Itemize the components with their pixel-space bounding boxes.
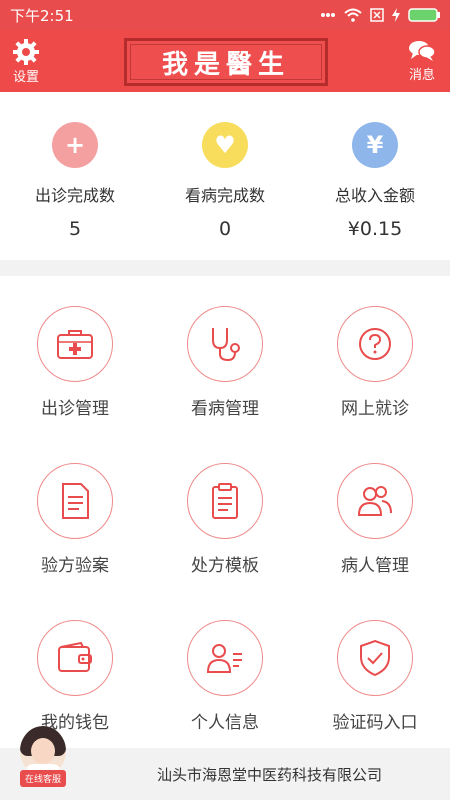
menu-consultation-management[interactable]: 看病管理: [150, 276, 300, 433]
menu-label: 看病管理: [191, 399, 259, 419]
menu-label: 网上就诊: [341, 399, 409, 419]
menu-label: 验方验案: [41, 556, 109, 576]
stat-value: 0: [218, 218, 232, 240]
medical-kit-icon: [37, 306, 113, 382]
document-icon: [37, 463, 113, 539]
sim-icon: [370, 8, 384, 22]
menu-label: 病人管理: [341, 556, 409, 576]
chat-bubbles-icon: [409, 41, 436, 61]
menu-label: 验证码入口: [332, 713, 418, 733]
stat-label: 看病完成数: [184, 186, 265, 205]
menu-online-consultation[interactable]: 网上就诊: [300, 276, 450, 433]
menu-personal-info[interactable]: 个人信息: [150, 590, 300, 747]
yen-icon: ¥: [352, 122, 398, 168]
menu-prescription-templates[interactable]: 处方模板: [150, 433, 300, 590]
more-dots-icon: [321, 13, 335, 17]
stat-value: ¥0.15: [347, 218, 403, 240]
stat-total-income: ¥ 总收入金额 ¥0.15: [300, 92, 450, 260]
menu-label: 个人信息: [191, 713, 259, 733]
battery-icon: [408, 8, 440, 22]
settings-button[interactable]: 设置: [12, 38, 40, 85]
menu-grid: 出诊管理 看病管理 网上就诊 验方验案 处方模板 病人管理 我的钱包 个人信息 …: [0, 276, 450, 748]
question-icon: [337, 306, 413, 382]
company-name: 汕头市海恩堂中医药科技有限公司: [156, 765, 382, 784]
page-title: 我是醫生: [161, 49, 290, 80]
menu-verification-code-entry[interactable]: 验证码入口: [300, 590, 450, 747]
title-banner: 我是醫生: [124, 38, 328, 86]
messages-button[interactable]: 消息: [408, 38, 436, 83]
stat-label: 总收入金额: [334, 186, 415, 205]
status-icons: [320, 8, 440, 22]
status-time: 下午2:51: [10, 6, 74, 25]
service-avatar-icon: [20, 726, 66, 776]
stat-visits-completed: + 出诊完成数 5: [0, 92, 150, 260]
profile-card-icon: [187, 620, 263, 696]
gear-icon: [13, 39, 39, 65]
stats-panel: + 出诊完成数 5 ♥ 看病完成数 0 ¥ 总收入金额 ¥0.15: [0, 92, 450, 260]
menu-label: 处方模板: [191, 556, 259, 576]
shield-check-icon: [337, 620, 413, 696]
messages-label: 消息: [408, 68, 435, 83]
service-label: 在线客服: [19, 770, 66, 787]
charging-icon: [392, 8, 400, 22]
stat-value: 5: [68, 218, 82, 240]
stat-consultations-completed: ♥ 看病完成数 0: [150, 92, 300, 260]
app-header: 设置 我是醫生 消息: [0, 30, 450, 92]
menu-my-wallet[interactable]: 我的钱包: [0, 590, 150, 747]
status-bar: 下午2:51: [0, 0, 450, 30]
menu-verified-prescriptions[interactable]: 验方验案: [0, 433, 150, 590]
wifi-icon: [344, 8, 362, 22]
wallet-icon: [37, 620, 113, 696]
menu-label: 出诊管理: [41, 399, 109, 419]
users-icon: [337, 463, 413, 539]
menu-visit-management[interactable]: 出诊管理: [0, 276, 150, 433]
online-service-button[interactable]: 在线客服: [16, 726, 70, 796]
plus-icon: +: [52, 122, 98, 168]
clipboard-icon: [187, 463, 263, 539]
stethoscope-icon: [187, 306, 263, 382]
heart-icon: ♥: [202, 122, 248, 168]
menu-patient-management[interactable]: 病人管理: [300, 433, 450, 590]
settings-label: 设置: [12, 70, 39, 85]
stat-label: 出诊完成数: [34, 186, 115, 205]
